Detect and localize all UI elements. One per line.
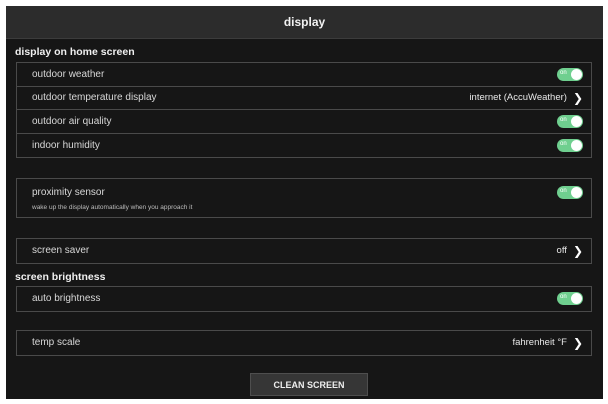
row-label: proximity sensor: [32, 186, 105, 198]
toggle-knob: [571, 115, 582, 127]
toggle-state-label: on: [560, 187, 567, 194]
toggle-knob: [571, 139, 582, 151]
page-title: display: [283, 15, 326, 29]
toggle-knob: [571, 293, 582, 305]
row-label: screen saver: [32, 245, 90, 257]
row-indoor-humidity[interactable]: indoor humidity on: [17, 134, 591, 158]
display-settings-screen: display display on home screen outdoor w…: [6, 6, 603, 399]
proximity-group: proximity sensor on wake up the display …: [16, 178, 592, 218]
toggle-state-label: on: [560, 294, 567, 301]
screen-saver-group: screen saver off ❯: [16, 238, 592, 264]
section-label-home-screen: display on home screen: [15, 46, 135, 58]
row-outdoor-air-quality[interactable]: outdoor air quality on: [17, 110, 591, 134]
row-value: off: [556, 245, 567, 257]
toggle-state-label: on: [560, 116, 567, 123]
proximity-sensor-toggle[interactable]: on: [557, 185, 583, 199]
row-description: wake up the display automatically when y…: [32, 203, 193, 211]
row-outdoor-temperature-display[interactable]: outdoor temperature display internet (Ac…: [17, 87, 591, 110]
toggle-knob: [571, 186, 582, 198]
brightness-group: auto brightness on: [16, 286, 592, 312]
row-outdoor-weather[interactable]: outdoor weather on: [17, 63, 591, 87]
row-label: auto brightness: [32, 293, 101, 305]
clean-screen-button[interactable]: CLEAN SCREEN: [250, 373, 368, 396]
outdoor-air-quality-toggle[interactable]: on: [557, 114, 583, 128]
chevron-right-icon: ❯: [572, 335, 583, 350]
row-value: internet (AccuWeather): [469, 92, 567, 104]
row-auto-brightness[interactable]: auto brightness on: [17, 287, 591, 311]
chevron-right-icon: ❯: [572, 243, 583, 258]
section-label-screen-brightness: screen brightness: [15, 271, 106, 283]
row-label: outdoor air quality: [32, 115, 112, 127]
row-temp-scale[interactable]: temp scale fahrenheit °F ❯: [17, 331, 591, 355]
title-bar: display: [6, 6, 603, 39]
auto-brightness-toggle[interactable]: on: [557, 292, 583, 306]
toggle-knob: [571, 68, 582, 80]
toggle-state-label: on: [560, 69, 567, 76]
outdoor-weather-toggle[interactable]: on: [557, 67, 583, 81]
row-label: temp scale: [32, 337, 81, 349]
chevron-right-icon: ❯: [572, 90, 583, 105]
temp-scale-group: temp scale fahrenheit °F ❯: [16, 330, 592, 356]
row-value: fahrenheit °F: [512, 337, 567, 349]
home-screen-group: outdoor weather on outdoor temperature d…: [16, 62, 592, 158]
toggle-state-label: on: [560, 140, 567, 147]
row-screen-saver[interactable]: screen saver off ❯: [17, 239, 591, 263]
row-proximity-sensor[interactable]: proximity sensor on wake up the display …: [17, 179, 591, 217]
row-label: indoor humidity: [32, 139, 100, 151]
indoor-humidity-toggle[interactable]: on: [557, 138, 583, 152]
row-label: outdoor weather: [32, 68, 105, 80]
row-label: outdoor temperature display: [32, 92, 157, 104]
